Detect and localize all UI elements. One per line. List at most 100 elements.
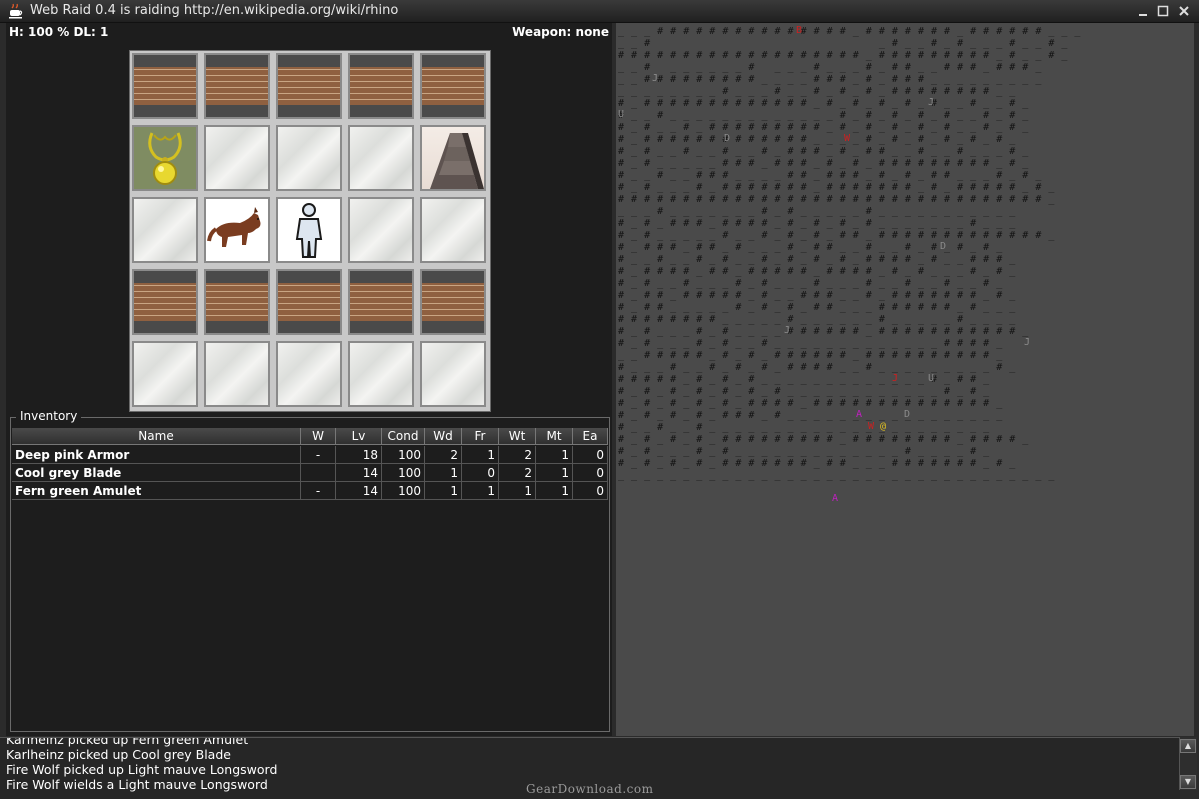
- item-wielded: -: [301, 446, 336, 464]
- map-monster-w: W: [868, 421, 875, 432]
- map-monster-d: D: [904, 409, 911, 420]
- inventory-title: Inventory: [16, 409, 82, 423]
- inventory-row[interactable]: Deep pink Armor - 18 100 2 1 2 1 0: [12, 446, 608, 464]
- arrow-up-icon: ▲: [1184, 741, 1192, 750]
- column-header-wd[interactable]: Wd: [425, 428, 462, 445]
- window-title: Web Raid 0.4 is raiding http://en.wikipe…: [30, 3, 399, 18]
- item-wielded: [301, 464, 336, 482]
- marble-floor-tile: [420, 197, 486, 263]
- inventory-row[interactable]: Cool grey Blade 14 100 1 0 2 1 0: [12, 464, 608, 482]
- map-monster-j: J: [652, 73, 659, 84]
- brick-wall-tile: [276, 53, 342, 119]
- item-condition: 100: [382, 482, 425, 500]
- stairs-down-tile[interactable]: [420, 125, 486, 191]
- maximize-button[interactable]: [1155, 3, 1171, 19]
- item-level: 14: [336, 464, 382, 482]
- map-monster-j: J: [892, 373, 899, 384]
- marble-floor-tile: [276, 125, 342, 191]
- watermark: GearDownload.com: [526, 782, 654, 796]
- item-name: Fern green Amulet: [12, 482, 301, 500]
- scroll-up-button[interactable]: ▲: [1180, 739, 1196, 753]
- inventory-panel: Inventory Name W Lv Cond Wd Fr Wt Mt Ea …: [10, 409, 610, 732]
- amulet-icon: [148, 132, 182, 185]
- maximize-icon: [1157, 5, 1169, 17]
- scroll-down-button[interactable]: ▼: [1180, 775, 1196, 789]
- player-tile[interactable]: [276, 197, 342, 263]
- marble-floor-tile: [276, 341, 342, 407]
- item-wd: 1: [425, 464, 462, 482]
- map-monster-d: D: [940, 241, 947, 252]
- fire-wolf-tile[interactable]: [204, 197, 270, 263]
- brick-wall-tile: [204, 269, 270, 335]
- column-header-fr[interactable]: Fr: [462, 428, 499, 445]
- map-monster-u: U: [618, 109, 625, 120]
- dungeon-map[interactable]: _ _ _ # # # # # # # # # # # # # # # _ # …: [616, 23, 1194, 736]
- player-icon: [295, 203, 323, 258]
- marble-floor-tile: [132, 197, 198, 263]
- weapon-status: Weapon: none: [512, 25, 609, 39]
- item-wt: 2: [499, 446, 536, 464]
- column-header-w[interactable]: W: [301, 428, 336, 445]
- map-ascii: _ _ _ # # # # # # # # # # # # # # # _ # …: [618, 26, 1081, 481]
- item-wd: 2: [425, 446, 462, 464]
- log-scrollbar[interactable]: ▲ ▼: [1179, 737, 1197, 790]
- marble-floor-tile: [348, 125, 414, 191]
- room-view-grid: [129, 50, 491, 412]
- item-mt: 1: [536, 446, 573, 464]
- left-panel: H: 100 % DL: 1 Weapon: none Inventory Na…: [6, 23, 612, 736]
- item-ea: 0: [573, 464, 608, 482]
- log-line: Karlheinz picked up Fern green Amulet: [6, 737, 249, 747]
- brick-wall-tile: [420, 53, 486, 119]
- brick-wall-tile: [348, 53, 414, 119]
- amulet-tile[interactable]: [132, 125, 198, 191]
- column-header-cond[interactable]: Cond: [382, 428, 425, 445]
- health-depth-status: H: 100 % DL: 1: [9, 25, 109, 39]
- column-header-lv[interactable]: Lv: [336, 428, 382, 445]
- item-name: Deep pink Armor: [12, 446, 301, 464]
- title-bar: Web Raid 0.4 is raiding http://en.wikipe…: [0, 0, 1199, 23]
- column-header-name[interactable]: Name: [12, 428, 301, 445]
- item-wt: 2: [499, 464, 536, 482]
- column-header-wt[interactable]: Wt: [499, 428, 536, 445]
- map-player: @: [880, 421, 887, 432]
- item-ea: 0: [573, 446, 608, 464]
- minimize-button[interactable]: [1135, 3, 1151, 19]
- log-line: Fire Wolf wields a Light mauve Longsword: [6, 777, 268, 792]
- map-monster-d: D: [724, 133, 731, 144]
- marble-floor-tile: [132, 341, 198, 407]
- arrow-down-icon: ▼: [1184, 777, 1192, 786]
- item-level: 14: [336, 482, 382, 500]
- brick-wall-tile: [276, 269, 342, 335]
- map-monster-w: W: [844, 133, 851, 144]
- map-monster-j: J: [928, 97, 935, 108]
- column-header-ea[interactable]: Ea: [573, 428, 608, 445]
- marble-floor-tile: [348, 341, 414, 407]
- marble-floor-tile: [204, 341, 270, 407]
- wolf-icon: [207, 207, 261, 247]
- marble-floor-tile: [348, 197, 414, 263]
- map-monster-a: A: [856, 409, 863, 420]
- java-coffee-icon: [9, 3, 23, 19]
- close-icon: [1179, 6, 1189, 16]
- brick-wall-tile: [420, 269, 486, 335]
- log-line: Fire Wolf picked up Light mauve Longswor…: [6, 762, 278, 777]
- map-monster-j: J: [784, 325, 791, 336]
- item-mt: 1: [536, 464, 573, 482]
- inventory-row[interactable]: Fern green Amulet - 14 100 1 1 1 1 0: [12, 482, 608, 500]
- item-wielded: -: [301, 482, 336, 500]
- minimize-icon: [1139, 14, 1147, 16]
- item-fr: 0: [462, 464, 499, 482]
- close-button[interactable]: [1176, 3, 1192, 19]
- item-name: Cool grey Blade: [12, 464, 301, 482]
- map-monster-b: B: [796, 25, 803, 36]
- map-monster-u: U: [928, 373, 935, 384]
- brick-wall-tile: [132, 53, 198, 119]
- marble-floor-tile: [204, 125, 270, 191]
- item-mt: 1: [536, 482, 573, 500]
- brick-wall-tile: [204, 53, 270, 119]
- brick-wall-tile: [132, 269, 198, 335]
- item-level: 18: [336, 446, 382, 464]
- item-fr: 1: [462, 446, 499, 464]
- item-wt: 1: [499, 482, 536, 500]
- column-header-mt[interactable]: Mt: [536, 428, 573, 445]
